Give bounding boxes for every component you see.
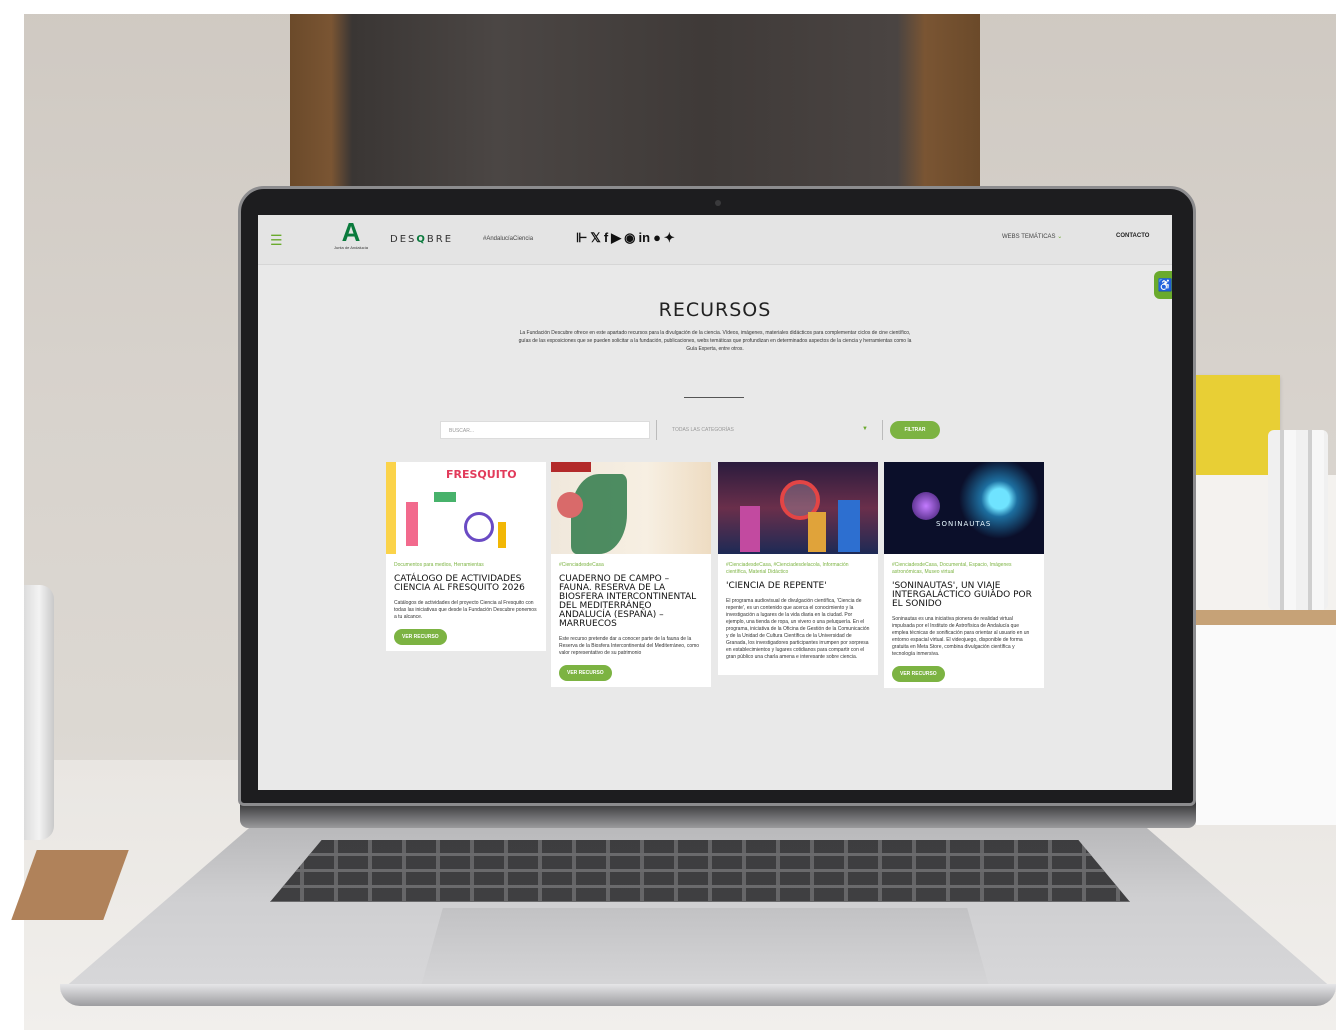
image-shape	[498, 522, 506, 548]
title-divider	[684, 397, 744, 398]
image-shape	[571, 474, 627, 554]
background-door	[290, 14, 980, 214]
contact-link[interactable]: CONTACTO	[1116, 233, 1149, 239]
card-description: Este recurso pretende dar a conocer part…	[559, 636, 700, 656]
laptop-keyboard-rows	[270, 840, 1130, 902]
image-shape	[551, 462, 591, 472]
accessibility-icon[interactable]: ♿	[1154, 271, 1172, 299]
view-resource-button[interactable]: VER RECURSO	[892, 666, 945, 682]
desk-organizer	[1196, 625, 1336, 825]
category-select[interactable]: TODAS LAS CATEGORÍAS ▼	[662, 421, 874, 439]
card-title[interactable]: CUADERNO DE CAMPO – FAUNA. RESERVA DE LA…	[559, 575, 703, 629]
image-shape	[557, 492, 583, 518]
card-categories[interactable]: #CienciadesdeCasa	[559, 562, 703, 569]
card-description: El programa audiovisual de divulgación c…	[726, 598, 870, 660]
image-shape	[406, 502, 418, 546]
image-shape	[464, 512, 494, 542]
image-shape	[434, 492, 456, 502]
descubre-logo[interactable]: DESQBRE	[390, 234, 453, 245]
laptop-screen: ☰ A Junta de Andalucía DESQBRE #Andalucí…	[258, 215, 1172, 790]
image-shape	[386, 462, 396, 554]
card-description: Catálogos de actividades del proyecto Ci…	[394, 600, 537, 620]
page-intro: La Fundación Descubre ofrece en este apa…	[518, 330, 912, 352]
webs-tematicas-menu[interactable]: WEBS TEMÁTICAS ⌄	[1002, 233, 1062, 240]
spotify-icon[interactable]: ●	[653, 230, 661, 246]
facebook-icon[interactable]: f	[604, 230, 608, 246]
card-title[interactable]: 'SONINAUTAS', UN VIAJE INTERGALÁCTICO GU…	[892, 582, 1036, 609]
wall-background-left	[0, 0, 24, 1030]
filter-separator	[656, 420, 657, 440]
brand-q: Q	[416, 234, 427, 245]
rss-icon[interactable]: ⊩	[576, 230, 587, 246]
search-input[interactable]: BUSCAR...	[440, 421, 650, 439]
image-shape	[808, 512, 826, 552]
card-image[interactable]	[551, 462, 711, 554]
page-title: RECURSOS	[658, 299, 772, 321]
logo-text: Junta de Andalucía	[333, 245, 369, 250]
youtube-icon[interactable]: ▶	[611, 230, 621, 246]
view-resource-button[interactable]: VER RECURSO	[559, 665, 612, 681]
site-header: ☰ A Junta de Andalucía DESQBRE #Andalucí…	[258, 215, 1172, 265]
menu-icon[interactable]: ☰	[270, 233, 283, 247]
junta-andalucia-logo[interactable]: A Junta de Andalucía	[322, 219, 380, 263]
card-image-title: SONINAUTAS	[936, 520, 992, 528]
resource-card[interactable]: SONINAUTAS #CienciadesdeCasa, Documental…	[884, 462, 1044, 688]
laptop-trackpad	[420, 908, 990, 990]
resource-card[interactable]: #CienciadesdeCasa, #Cienciadesdelacola, …	[718, 462, 878, 675]
resource-card[interactable]: #CienciadesdeCasa CUADERNO DE CAMPO – FA…	[551, 462, 711, 687]
filter-button[interactable]: FILTRAR	[890, 421, 940, 439]
bluesky-icon[interactable]: ✦	[664, 230, 675, 246]
pen-holder	[1268, 430, 1328, 610]
category-select-value: TODAS LAS CATEGORÍAS	[672, 427, 734, 433]
resource-card[interactable]: FRESQUITO Documentos para medios, Herram…	[386, 462, 546, 651]
view-resource-button[interactable]: VER RECURSO	[394, 629, 447, 645]
webs-label: WEBS TEMÁTICAS	[1002, 234, 1056, 240]
brand-pre: DES	[390, 234, 417, 245]
card-description: Soninautas es una iniciativa pionera de …	[892, 616, 1030, 657]
laptop-front-edge	[60, 984, 1336, 1006]
linkedin-icon[interactable]: in	[639, 230, 651, 246]
card-image[interactable]: SONINAUTAS	[884, 462, 1044, 554]
wall-background	[0, 0, 1336, 14]
dropdown-arrow-icon: ▼	[862, 426, 868, 432]
brand-post: BRE	[426, 234, 454, 245]
card-title[interactable]: 'CIENCIA DE REPENTE'	[726, 582, 870, 591]
image-shape	[912, 492, 940, 520]
card-image-title: FRESQUITO	[446, 468, 517, 481]
card-title[interactable]: CATÁLOGO DE ACTIVIDADES CIENCIA AL FRESQ…	[394, 575, 538, 593]
logo-letter: A	[341, 217, 361, 247]
hashtag-link[interactable]: #AndalucíaCiencia	[483, 236, 533, 242]
card-categories[interactable]: #CienciadesdeCasa, Documental, Espacio, …	[892, 562, 1036, 576]
filter-separator	[882, 420, 883, 440]
x-icon[interactable]: 𝕏	[590, 230, 600, 246]
image-shape	[838, 500, 860, 552]
card-categories[interactable]: #CienciadesdeCasa, #Cienciadesdelacola, …	[726, 562, 870, 576]
card-categories[interactable]: Documentos para medios, Herramientas	[394, 562, 538, 569]
image-shape	[740, 506, 760, 552]
social-links: ⊩ 𝕏 f ▶ ◉ in ● ✦	[576, 230, 675, 246]
instagram-icon[interactable]: ◉	[624, 230, 635, 246]
card-image[interactable]: FRESQUITO	[386, 462, 546, 554]
mug	[24, 585, 54, 840]
card-image[interactable]	[718, 462, 878, 554]
chevron-down-icon: ⌄	[1057, 234, 1063, 240]
laptop-camera	[715, 200, 721, 206]
